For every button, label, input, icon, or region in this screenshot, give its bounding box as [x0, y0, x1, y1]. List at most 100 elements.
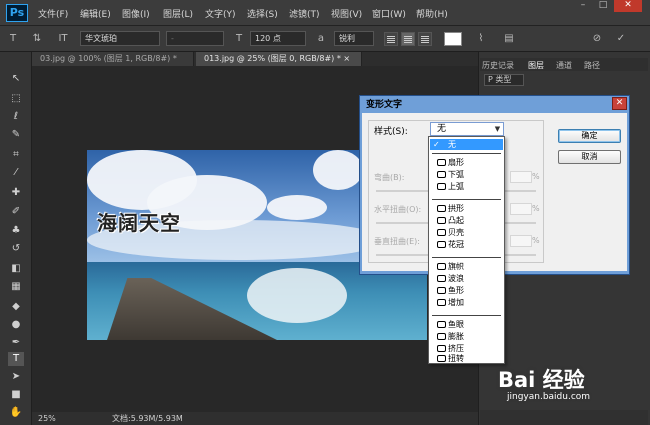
path-select-tool-icon[interactable]: ➤: [8, 370, 24, 384]
panel-bottom-bar: [480, 410, 648, 425]
style-option-arc-lower[interactable]: 下弧: [430, 169, 503, 180]
shape-tool-icon[interactable]: ■: [8, 388, 24, 402]
bend-label: 弯曲(B):: [374, 173, 405, 182]
tab-paths[interactable]: 路径: [584, 60, 600, 71]
gradient-tool-icon[interactable]: ▦: [8, 280, 24, 294]
type-tool-button[interactable]: T: [8, 352, 24, 366]
style-option-flag[interactable]: 旗帜: [430, 261, 503, 272]
style-label: 样式(S):: [374, 127, 408, 137]
eyedropper-tool-icon[interactable]: ⁄: [8, 166, 24, 180]
ok-button[interactable]: 确定: [558, 129, 621, 143]
menu-filter[interactable]: 滤镜(T): [289, 7, 320, 20]
style-option-twist[interactable]: 扭转: [430, 353, 503, 364]
menu-edit[interactable]: 编辑(E): [80, 7, 111, 20]
style-option-flower[interactable]: 花冠: [430, 239, 503, 250]
tab-layers[interactable]: 图层: [528, 60, 544, 71]
horizontal-distortion-field[interactable]: [510, 203, 532, 215]
style-option-fisheye[interactable]: 鱼眼: [430, 319, 503, 330]
dialog-close-button[interactable]: ✕: [612, 97, 627, 110]
align-left-button[interactable]: [384, 32, 398, 46]
layer-filter-select[interactable]: P 类型: [484, 74, 524, 86]
history-brush-tool-icon[interactable]: ↺: [8, 242, 24, 256]
cancel-button[interactable]: 取消: [558, 150, 621, 164]
orientation-toggle-icon[interactable]: ⇅: [30, 32, 44, 46]
minimize-button[interactable]: –: [574, 0, 592, 12]
warp-text-icon[interactable]: ⌇: [474, 32, 488, 46]
type-tool-icon[interactable]: T: [6, 32, 20, 46]
menu-file[interactable]: 文件(F): [38, 7, 68, 20]
style-option-none[interactable]: ✓ 无: [430, 139, 503, 150]
font-family-select[interactable]: 华文琥珀: [80, 31, 160, 46]
canvas-text-layer[interactable]: 海阔天空: [97, 207, 181, 236]
blur-tool-icon[interactable]: ◆: [8, 300, 24, 314]
pen-tool-icon[interactable]: ✒: [8, 336, 24, 350]
bend-field[interactable]: [510, 171, 532, 183]
crop-tool-icon[interactable]: ⌗: [8, 148, 24, 162]
flower-icon: [437, 241, 446, 248]
menu-layer[interactable]: 图层(L): [163, 7, 193, 20]
font-style-select[interactable]: -: [166, 31, 224, 46]
menu-window[interactable]: 窗口(W): [372, 7, 406, 20]
align-center-button[interactable]: [401, 32, 415, 46]
photoshop-logo: Ps: [6, 4, 28, 22]
move-tool-icon[interactable]: ↖: [8, 72, 24, 86]
commit-icon[interactable]: ✓: [614, 32, 628, 46]
vertical-distortion-percent: %: [532, 236, 540, 245]
eraser-tool-icon[interactable]: ◧: [8, 262, 24, 276]
marquee-tool-icon[interactable]: ⬚: [8, 92, 24, 106]
style-option-inflate[interactable]: 膨胀: [430, 331, 503, 342]
style-option-rise[interactable]: 增加: [430, 297, 503, 308]
status-bar: 25% 文档:5.93M/5.93M: [32, 412, 478, 425]
cancel-icon[interactable]: ⊘: [590, 32, 604, 46]
vertical-distortion-field[interactable]: [510, 235, 532, 247]
separator: [432, 199, 501, 200]
close-window-button[interactable]: ✕: [614, 0, 642, 12]
style-option-arc[interactable]: 扇形: [430, 157, 503, 168]
tab-03-jpg[interactable]: 03.jpg @ 100% (图层 1, RGB/8#) * ×: [32, 52, 194, 77]
style-dropdown-list: ✓ 无 扇形 下弧 上弧 拱形 凸起 贝壳 花冠 旗帜 波浪 鱼形 增加 鱼眼 膨…: [428, 136, 505, 364]
clone-stamp-tool-icon[interactable]: ♣: [8, 224, 24, 238]
tab-history[interactable]: 历史记录: [482, 60, 514, 71]
brush-tool-icon[interactable]: ✐: [8, 205, 24, 219]
align-right-button[interactable]: [418, 32, 432, 46]
vertical-type-icon[interactable]: IT: [56, 32, 70, 46]
dialog-title: 变形文字: [366, 100, 403, 110]
maximize-button[interactable]: □: [594, 0, 612, 12]
shell-icon: [437, 229, 446, 236]
hand-tool-icon[interactable]: ✋: [8, 406, 24, 420]
menu-view[interactable]: 视图(V): [331, 7, 362, 20]
bend-percent: %: [532, 172, 540, 181]
font-size-select[interactable]: 120 点: [250, 31, 306, 46]
baidu-jingyan-watermark: Bai 经验: [498, 368, 585, 392]
style-option-arc-upper[interactable]: 上弧: [430, 181, 503, 192]
dodge-tool-icon[interactable]: ●: [8, 318, 24, 332]
antialias-icon: a: [317, 33, 325, 44]
rise-icon: [437, 299, 446, 306]
vertical-distortion-label: 垂直扭曲(E):: [374, 237, 420, 246]
document-size: 文档:5.93M/5.93M: [112, 414, 183, 423]
tab-013-jpg[interactable]: 013.jpg @ 25% (图层 0, RGB/8#) * ×: [196, 52, 362, 66]
style-option-arch[interactable]: 拱形: [430, 203, 503, 214]
character-panel-icon[interactable]: ▤: [502, 32, 516, 46]
inflate-icon: [437, 333, 446, 340]
fisheye-icon: [437, 321, 446, 328]
menu-help[interactable]: 帮助(H): [416, 7, 448, 20]
style-option-wave[interactable]: 波浪: [430, 273, 503, 284]
menu-select[interactable]: 选择(S): [247, 7, 278, 20]
menu-image[interactable]: 图像(I): [122, 7, 150, 20]
style-option-bulge[interactable]: 凸起: [430, 215, 503, 226]
healing-brush-tool-icon[interactable]: ✚: [8, 186, 24, 200]
style-option-fish[interactable]: 鱼形: [430, 285, 503, 296]
twist-icon: [437, 355, 446, 362]
arc-lower-icon: [437, 171, 446, 178]
chevron-down-icon[interactable]: ▼: [492, 123, 503, 135]
text-color-swatch[interactable]: [444, 32, 462, 46]
antialias-select[interactable]: 锐利: [334, 31, 374, 46]
menu-type[interactable]: 文字(Y): [205, 7, 236, 20]
lasso-tool-icon[interactable]: ℓ: [8, 110, 24, 124]
quick-select-tool-icon[interactable]: ✎: [8, 128, 24, 142]
separator: [432, 153, 501, 154]
tab-channels[interactable]: 通道: [556, 60, 572, 71]
zoom-level[interactable]: 25%: [38, 412, 56, 425]
style-option-shell[interactable]: 贝壳: [430, 227, 503, 238]
